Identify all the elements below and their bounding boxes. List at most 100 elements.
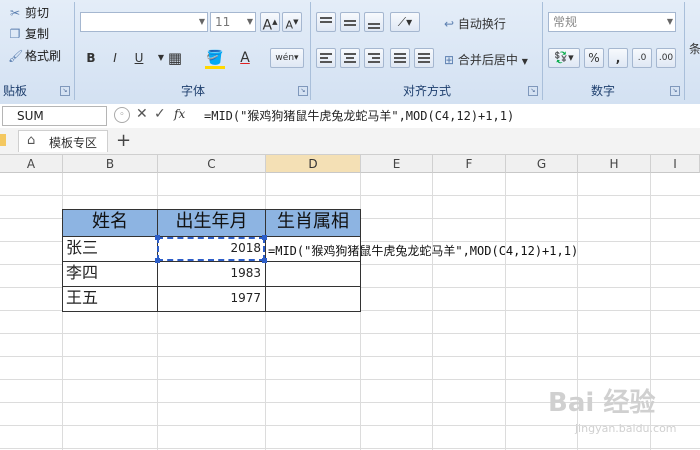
column-header-d[interactable]: D [266, 155, 361, 173]
align-bottom-button[interactable] [364, 12, 384, 32]
name-box-value: SUM [17, 109, 44, 123]
selection-handle[interactable] [262, 235, 267, 240]
cell-year[interactable]: 1977 [157, 286, 266, 312]
wrap-text-button[interactable]: ↩ 自动换行 [444, 15, 506, 32]
align-top-icon [320, 17, 332, 25]
number-format-combo[interactable]: 常规 ▼ [548, 12, 676, 32]
grow-font-label: A [262, 17, 273, 34]
currency-button[interactable]: 💱▾ [548, 48, 580, 68]
underline-button[interactable]: U [128, 48, 150, 68]
header-cell-zodiac[interactable]: 生肖属相 [265, 209, 361, 237]
grow-font-button[interactable]: A▲ [260, 12, 280, 34]
border-icon[interactable]: ▦ [164, 48, 186, 68]
selection-handle[interactable] [155, 235, 160, 240]
clipboard-launcher-icon[interactable]: ↘ [60, 86, 70, 96]
comma-button[interactable]: , [608, 48, 628, 68]
name-box[interactable]: SUM [2, 106, 107, 126]
bold-button[interactable]: B [80, 48, 102, 68]
formula-input[interactable]: =MID("猴鸡狗猪鼠牛虎兔龙蛇马羊",MOD(C4,12)+1,1) [204, 107, 514, 124]
increase-decimal-icon[interactable]: .0 [632, 48, 652, 68]
italic-button[interactable]: I [104, 48, 126, 68]
font-color-icon[interactable]: A [234, 48, 256, 68]
enter-icon[interactable]: ✓ [154, 106, 166, 122]
percent-button[interactable]: % [584, 48, 604, 68]
header-cell-name[interactable]: 姓名 [62, 209, 158, 237]
decrease-decimal-icon[interactable]: .00 [656, 48, 676, 68]
column-header-b[interactable]: B [63, 155, 158, 173]
watermark-logo: Bai 经验 [548, 388, 656, 418]
column-header-e[interactable]: E [361, 155, 433, 173]
watermark-url: jingyan.baidu.com [575, 422, 677, 435]
column-header-f[interactable]: F [433, 155, 506, 173]
formula-bar: SUM ◦ ✕ ✓ fx =MID("猴鸡狗猪鼠牛虎兔龙蛇马羊",MOD(C4,… [0, 104, 700, 129]
column-header-g[interactable]: G [506, 155, 578, 173]
cell-name[interactable]: 张三 [62, 236, 158, 262]
in-cell-formula-editor[interactable]: =MID("猴鸡狗猪鼠牛虎兔龙蛇马羊",MOD(C4,12)+1,1) [268, 242, 578, 259]
selection-handle[interactable] [155, 258, 160, 263]
column-header-c[interactable]: C [158, 155, 266, 173]
column-header-h[interactable]: H [578, 155, 651, 173]
orientation-button[interactable]: ⟋▾ [390, 12, 420, 32]
home-icon: ⌂ [27, 133, 36, 148]
align-right-icon [368, 53, 380, 65]
cell-name[interactable]: 李四 [62, 261, 158, 287]
ribbon: ✂ 剪切 ❐ 复制 🖌 格式刷 贴板 ↘ ▼ 11 ▼ A▲ A▼ B I U ▼ ▦ … [0, 0, 700, 105]
number-launcher-icon[interactable]: ↘ [670, 86, 680, 96]
tab-template-zone[interactable]: ⌂ 模板专区 [18, 130, 108, 152]
number-format-value: 常规 [553, 15, 578, 29]
add-tab-button[interactable]: + [116, 130, 131, 151]
insert-function-icon[interactable]: fx [174, 107, 185, 121]
fill-color-icon[interactable]: 🪣 [204, 48, 226, 68]
phonetic-button[interactable]: wén▾ [270, 48, 304, 68]
font-size-value: 11 [215, 15, 231, 29]
cell-zodiac[interactable] [265, 286, 361, 312]
align-right-button[interactable] [364, 48, 384, 68]
header-cell-birth-year[interactable]: 出生年月 [157, 209, 266, 237]
chevron-down-icon: ▼ [246, 17, 253, 26]
expand-icon[interactable]: ◦ [114, 107, 130, 123]
increase-indent-icon [418, 53, 430, 65]
alignment-group-title: 对齐方式 [402, 84, 451, 98]
align-top-button[interactable] [316, 12, 336, 32]
cell-name[interactable]: 王五 [62, 286, 158, 312]
column-header-i[interactable]: I [651, 155, 700, 173]
align-bottom-icon [368, 23, 380, 31]
decrease-indent-icon [394, 53, 406, 65]
cut-button[interactable]: ✂ 剪切 [8, 4, 49, 22]
number-group-title: 数字 [590, 84, 615, 98]
document-tab-bar: ⌂ 模板专区 + [0, 128, 700, 155]
align-middle-button[interactable] [340, 12, 360, 32]
alignment-launcher-icon[interactable]: ↘ [528, 86, 538, 96]
align-left-button[interactable] [316, 48, 336, 68]
shrink-font-button[interactable]: A▼ [282, 12, 302, 32]
ribbon-separator [74, 2, 75, 100]
cell-year[interactable]: 1983 [157, 261, 266, 287]
ribbon-separator [684, 2, 685, 100]
ribbon-separator [542, 2, 543, 100]
clipboard-group-title: 贴板 [2, 84, 27, 98]
styles-group-partial: 条 [689, 42, 700, 56]
formula-controls: ◦ ✕ ✓ fx [114, 106, 196, 126]
format-painter-button[interactable]: 🖌 格式刷 [8, 47, 61, 65]
font-group-title: 字体 [180, 84, 205, 98]
merge-icon: ⊞ [444, 53, 455, 67]
increase-indent-button[interactable] [414, 48, 434, 68]
cut-label: 剪切 [25, 6, 50, 20]
font-size-combo[interactable]: 11 ▼ [210, 12, 256, 32]
format-painter-label: 格式刷 [25, 49, 62, 63]
merge-center-button[interactable]: ⊞ 合并后居中 ▼ [444, 51, 528, 68]
folder-icon[interactable] [0, 134, 6, 146]
wrap-text-icon: ↩ [444, 17, 455, 31]
brush-icon: 🖌 [8, 49, 24, 63]
tab-template-zone-label: 模板专区 [49, 136, 98, 150]
font-launcher-icon[interactable]: ↘ [298, 86, 308, 96]
align-center-button[interactable] [340, 48, 360, 68]
decrease-indent-button[interactable] [390, 48, 410, 68]
font-name-combo[interactable]: ▼ [80, 12, 208, 32]
selection-handle[interactable] [262, 258, 267, 263]
column-header-a[interactable]: A [0, 155, 63, 173]
copy-icon: ❐ [9, 27, 21, 41]
copy-button[interactable]: ❐ 复制 [8, 25, 49, 43]
cancel-icon[interactable]: ✕ [136, 106, 148, 122]
cell-zodiac[interactable] [265, 261, 361, 287]
